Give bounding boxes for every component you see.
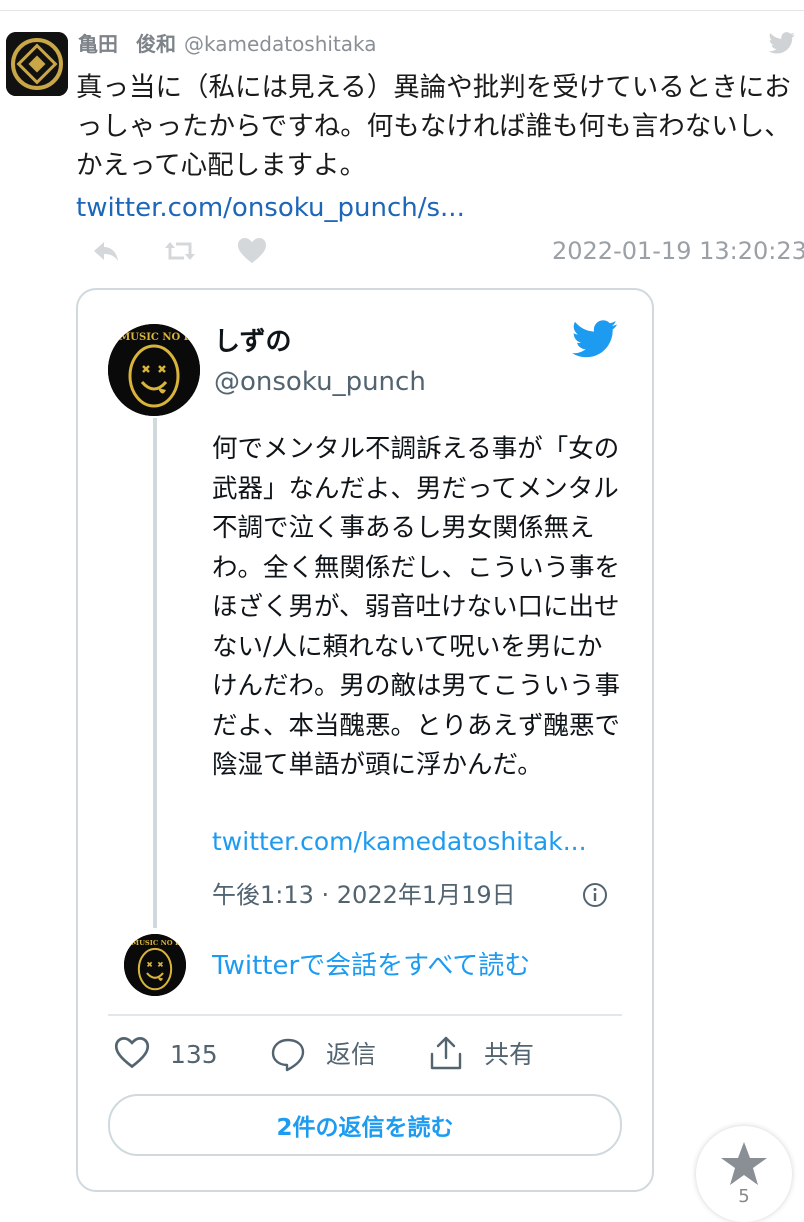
reply-label[interactable]: 返信 <box>326 1038 376 1072</box>
embed-handle[interactable]: @onsoku_punch <box>214 364 426 400</box>
embed-display-name[interactable]: しずの <box>214 324 291 360</box>
reply-icon[interactable] <box>90 236 122 266</box>
read-replies-button[interactable]: 2件の返信を読む <box>108 1094 622 1156</box>
embedded-tweet-card[interactable]: NO MUSIC NO LIFE しずの @onsoku_punch 何でメンタ… <box>76 288 654 1192</box>
embed-avatar[interactable]: NO MUSIC NO LIFE <box>108 324 200 416</box>
embed-avatar-small[interactable]: NO MUSIC NO LIFE <box>124 934 186 996</box>
retweet-icon[interactable] <box>164 236 196 266</box>
display-name-first[interactable]: 亀田 <box>78 32 118 56</box>
avatar-lettering: NO MUSIC NO LIFE <box>124 939 186 947</box>
tweet-text: 真っ当に（私には見える）異論や批判を受けているときにおっしゃったからですね。何も… <box>76 72 791 181</box>
tweet-link[interactable]: twitter.com/onsoku_punch/s... <box>76 190 465 226</box>
share-label[interactable]: 共有 <box>484 1038 534 1072</box>
heart-icon[interactable] <box>114 1036 150 1070</box>
star-icon <box>718 1140 770 1188</box>
embed-divider <box>108 1014 622 1016</box>
embed-time[interactable]: 午後1:13 · 2022年1月19日 <box>212 878 516 912</box>
like-icon[interactable] <box>236 236 268 266</box>
embed-link[interactable]: twitter.com/kamedatoshitak... <box>212 824 587 860</box>
embed-text: 何でメンタル不調訴える事が「女の武器」なんだよ、男だってメンタル不調で泣く事ある… <box>212 434 621 780</box>
info-icon[interactable] <box>582 882 608 908</box>
user-handle[interactable]: @kamedatoshitaka <box>184 32 377 56</box>
twitter-bird-icon[interactable] <box>571 320 618 358</box>
twitter-bird-icon <box>768 32 796 54</box>
top-divider <box>0 10 804 11</box>
comment-icon[interactable] <box>270 1036 306 1072</box>
display-name-last[interactable]: 俊和 <box>136 32 176 56</box>
like-count: 135 <box>170 1040 218 1069</box>
tweet-timestamp: 2022-01-19 13:20:23 <box>552 237 804 265</box>
favorite-count: 5 <box>738 1186 750 1207</box>
read-conversation-link[interactable]: Twitterで会話をすべて読む <box>212 948 530 984</box>
thread-line <box>153 418 157 928</box>
tweet-header: 亀田 俊和 @kamedatoshitaka <box>78 32 377 56</box>
favorite-button[interactable]: 5 <box>696 1126 792 1222</box>
share-icon[interactable] <box>428 1034 464 1072</box>
avatar-lettering: NO MUSIC NO LIFE <box>108 332 200 343</box>
kamon-avatar-icon[interactable] <box>6 32 68 96</box>
